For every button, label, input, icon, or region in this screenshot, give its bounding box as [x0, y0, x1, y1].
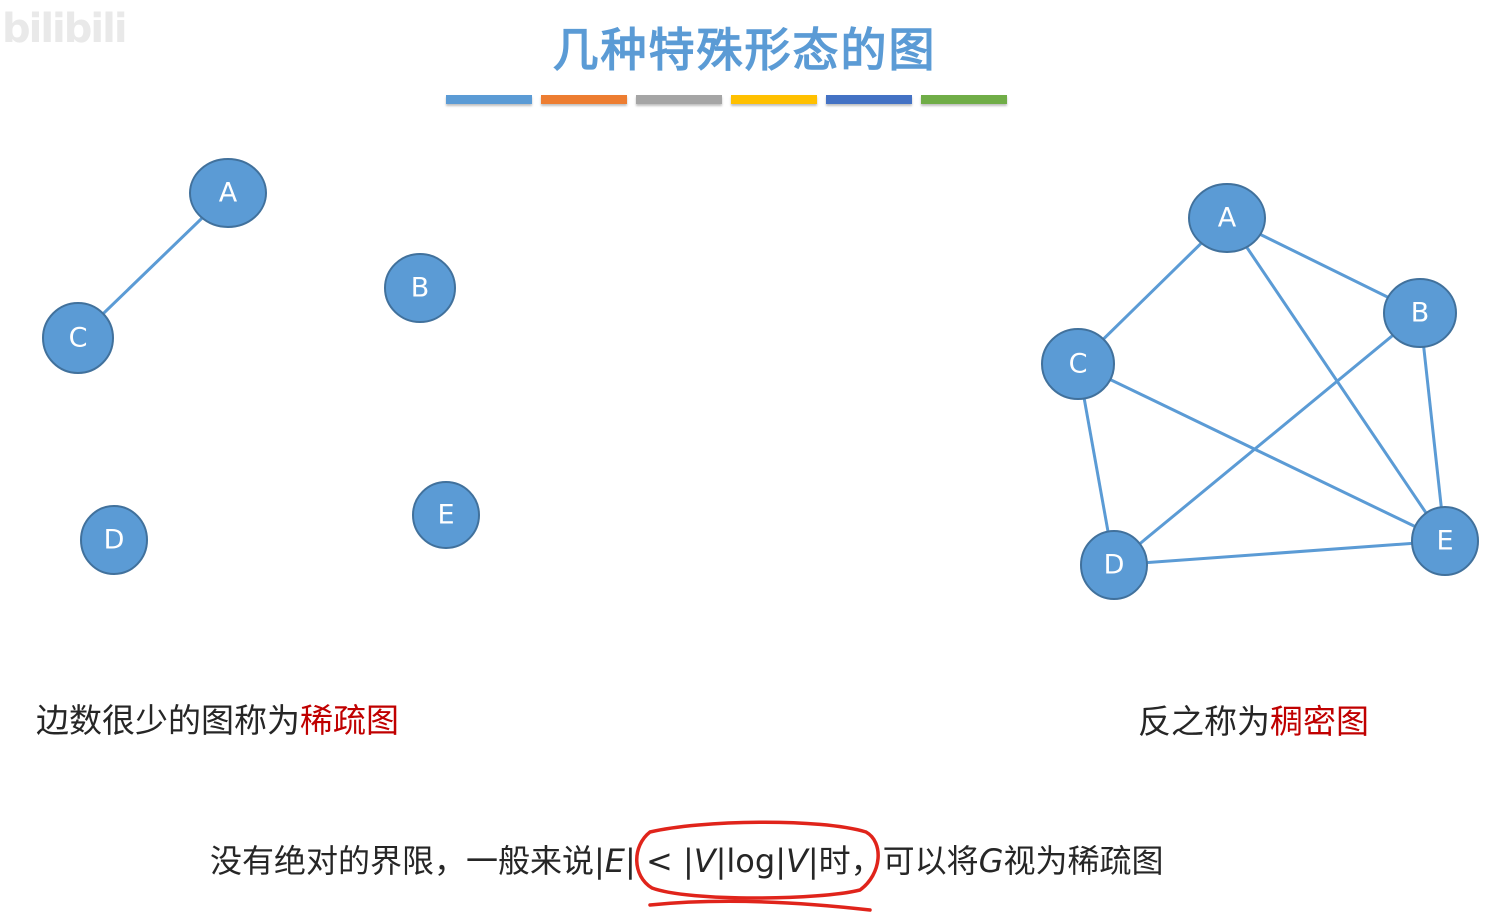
sparse-graph: A B C D E — [42, 158, 480, 575]
formula-log: log — [726, 842, 776, 880]
dense-node-D: D — [1080, 530, 1148, 600]
dense-node-label-C: C — [1069, 349, 1088, 380]
dense-node-E: E — [1411, 506, 1479, 576]
sparse-term: 稀疏图 — [300, 701, 399, 740]
dense-graph-caption: 反之称为稠密图 — [1138, 695, 1369, 743]
sparse-node-label-A: A — [219, 178, 238, 209]
dense-edge-C-E — [1077, 362, 1446, 543]
dense-node-A: A — [1188, 183, 1266, 253]
graph-canvas: A B C D E A B C D E — [42, 158, 1479, 600]
formula-v1: V — [693, 842, 716, 880]
sparse-node-D: D — [80, 505, 148, 575]
formula-e: E — [604, 842, 626, 880]
sparse-node-B: B — [384, 253, 456, 323]
sparse-node-label-E: E — [437, 500, 454, 531]
dense-edge-A-E — [1225, 217, 1447, 542]
dense-graph: A B C D E — [1041, 183, 1479, 600]
sparse-graph-caption: 边数很少的图称为稀疏图 — [36, 694, 399, 742]
formula-lt: < — [645, 842, 673, 880]
sparse-node-label-C: C — [69, 323, 88, 354]
sparse-node-E: E — [412, 481, 480, 549]
dense-term: 稠密图 — [1270, 702, 1369, 741]
footer-g: G — [978, 842, 1004, 880]
sparse-node-A: A — [189, 158, 267, 228]
dense-node-label-E: E — [1436, 526, 1453, 557]
dense-caption-text: 反之称为 — [1138, 702, 1270, 741]
footer-text-after-post: 视为稀疏图 — [1003, 842, 1164, 880]
dense-edge-B-D — [1113, 311, 1421, 567]
footer-text-after-pre: 时，可以将 — [818, 842, 979, 880]
footer-text-before: 没有绝对的界限，一般来说 — [210, 842, 595, 880]
dense-node-label-A: A — [1218, 203, 1237, 234]
slide: bilibili 几种特殊形态的图 ABCDE ABCDE 边数很少的图称为稀疏… — [0, 0, 1489, 922]
dense-node-label-B: B — [1411, 298, 1430, 329]
dense-node-B: B — [1383, 278, 1457, 348]
sparse-formula: |E| < |V|log|V| — [594, 842, 819, 880]
formula-v2: V — [785, 842, 808, 880]
dense-node-C: C — [1041, 328, 1115, 400]
sparse-node-C: C — [42, 302, 114, 374]
dense-node-label-D: D — [1104, 550, 1125, 581]
sparse-caption-text: 边数很少的图称为 — [36, 701, 300, 740]
dense-edge-D-E — [1113, 539, 1446, 567]
footer-statement: 没有绝对的界限，一般来说|E| < |V|log|V|时，可以将G视为稀疏图 — [210, 836, 1163, 882]
sparse-node-label-D: D — [104, 525, 125, 556]
sparse-node-label-B: B — [411, 273, 430, 304]
